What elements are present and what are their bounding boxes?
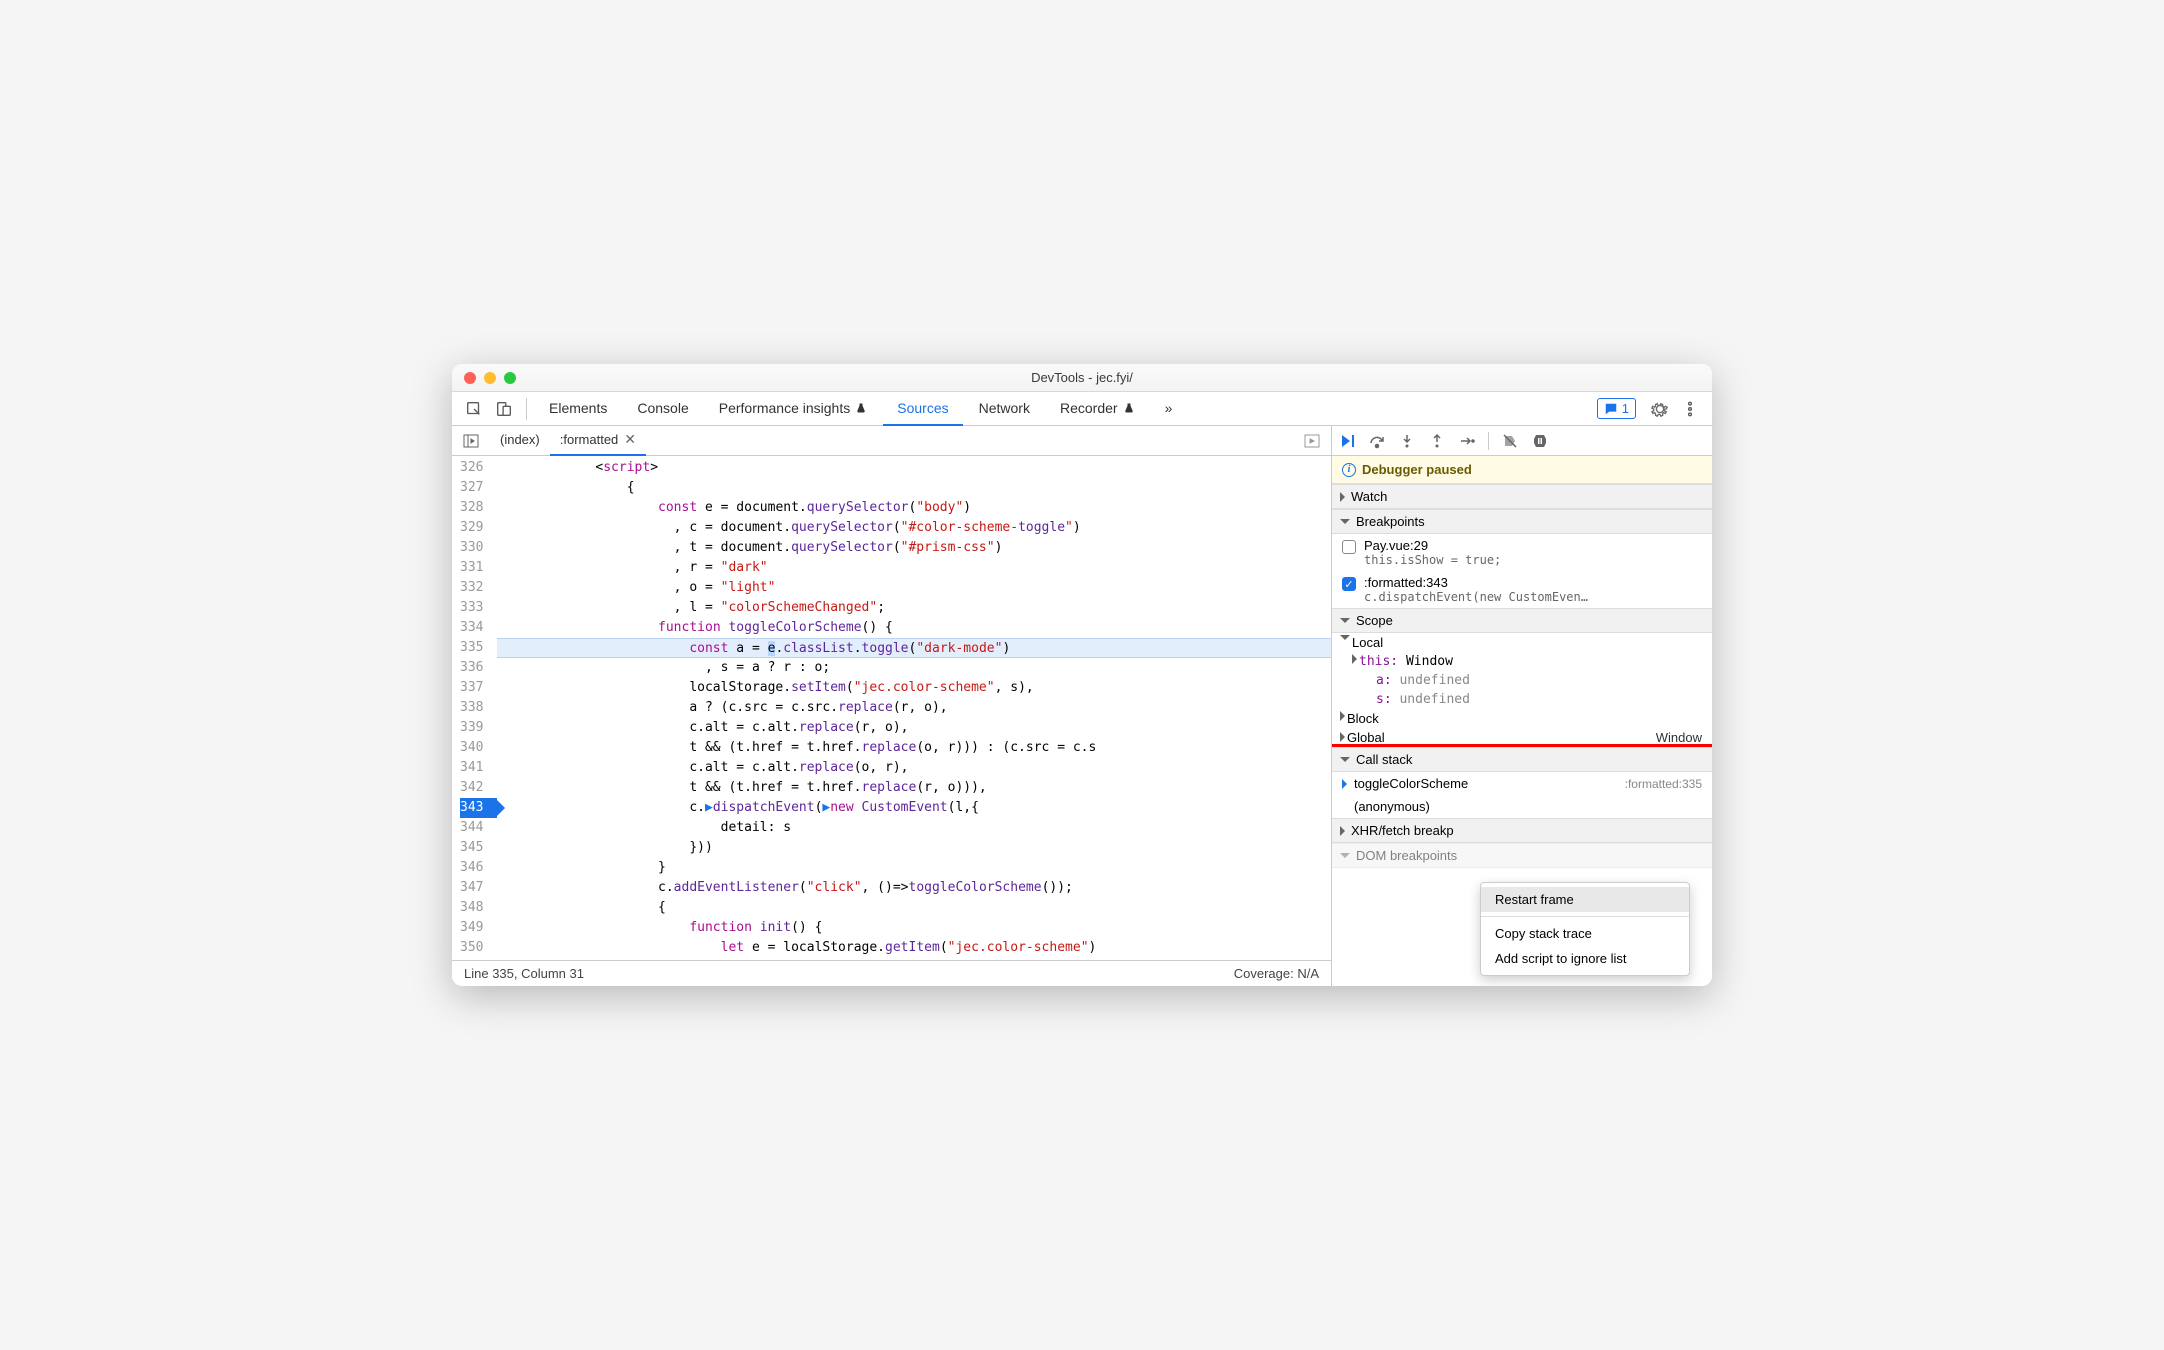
status-bar: Line 335, Column 31 Coverage: N/A — [452, 960, 1331, 986]
scope-variable[interactable]: s: undefined — [1332, 690, 1712, 709]
more-menu-icon[interactable] — [1676, 395, 1704, 423]
step-over-icon[interactable] — [1368, 432, 1386, 450]
breakpoint-checkbox[interactable] — [1342, 577, 1356, 591]
scope-block[interactable]: Block — [1332, 709, 1712, 728]
file-tab-0[interactable]: (index) — [490, 426, 550, 456]
scope-variable[interactable]: a: undefined — [1332, 671, 1712, 690]
debugger-sidebar: iDebugger paused Watch Breakpoints Pay.v… — [1332, 426, 1712, 986]
close-tab-icon[interactable]: ✕ — [624, 431, 636, 448]
inspect-icon[interactable] — [460, 395, 488, 423]
callstack-frame[interactable]: toggleColorScheme:formatted:335 — [1332, 772, 1712, 795]
devtools-window: DevTools - jec.fyi/ Elements Console Per… — [452, 364, 1712, 986]
sources-panel: (index):formatted✕ 326327328329330331332… — [452, 426, 1332, 986]
scope-this[interactable]: this: Window — [1332, 652, 1712, 671]
code-editor[interactable]: 3263273283293303313323333343353363373383… — [452, 456, 1331, 960]
tab-recorder[interactable]: Recorder — [1046, 392, 1149, 426]
main-toolbar: Elements Console Performance insights So… — [452, 392, 1712, 426]
breakpoints-header[interactable]: Breakpoints — [1332, 509, 1712, 534]
breakpoint-item[interactable]: Pay.vue:29this.isShow = true; — [1332, 534, 1712, 571]
resume-icon[interactable] — [1338, 432, 1356, 450]
scope-body: Local this: Window a: undefineds: undefi… — [1332, 633, 1712, 747]
run-snippet-icon[interactable] — [1299, 428, 1325, 454]
tab-sources[interactable]: Sources — [883, 392, 962, 426]
content-area: (index):formatted✕ 326327328329330331332… — [452, 426, 1712, 986]
step-out-icon[interactable] — [1428, 432, 1446, 450]
tab-network[interactable]: Network — [965, 392, 1044, 426]
window-title: DevTools - jec.fyi/ — [452, 370, 1712, 385]
navigator-toggle-icon[interactable] — [458, 428, 484, 454]
file-tabs: (index):formatted✕ — [452, 426, 1331, 456]
step-into-icon[interactable] — [1398, 432, 1416, 450]
breakpoint-checkbox[interactable] — [1342, 540, 1356, 554]
scope-local[interactable]: Local — [1332, 633, 1712, 652]
info-icon: i — [1342, 463, 1356, 477]
deactivate-breakpoints-icon[interactable] — [1501, 432, 1519, 450]
cursor-position: Line 335, Column 31 — [464, 966, 584, 981]
context-menu-item[interactable]: Copy stack trace — [1481, 921, 1689, 946]
callstack-list: toggleColorScheme:formatted:335(anonymou… — [1332, 772, 1712, 818]
xhr-breakpoints-header[interactable]: XHR/fetch breakp — [1332, 818, 1712, 843]
watch-header[interactable]: Watch — [1332, 484, 1712, 509]
dom-breakpoints-header[interactable]: DOM breakpoints — [1332, 843, 1712, 868]
settings-icon[interactable] — [1646, 395, 1674, 423]
coverage-status: Coverage: N/A — [1234, 966, 1319, 981]
messages-badge[interactable]: 1 — [1597, 398, 1636, 419]
device-toggle-icon[interactable] — [490, 395, 518, 423]
pause-on-exceptions-icon[interactable] — [1531, 432, 1549, 450]
breakpoints-list: Pay.vue:29this.isShow = true;:formatted:… — [1332, 534, 1712, 608]
step-icon[interactable] — [1458, 432, 1476, 450]
more-tabs-icon[interactable]: » — [1151, 392, 1187, 426]
callstack-frame[interactable]: (anonymous) — [1332, 795, 1712, 818]
callstack-highlight-box: Call stack toggleColorScheme:formatted:3… — [1332, 744, 1712, 821]
context-menu-item[interactable]: Add script to ignore list — [1481, 946, 1689, 971]
titlebar: DevTools - jec.fyi/ — [452, 364, 1712, 392]
context-menu-item[interactable]: Restart frame — [1481, 887, 1689, 912]
debugger-paused-banner: iDebugger paused — [1332, 456, 1712, 484]
line-gutter[interactable]: 3263273283293303313323333343353363373383… — [452, 456, 497, 960]
tab-elements[interactable]: Elements — [535, 392, 621, 426]
callstack-header[interactable]: Call stack — [1332, 747, 1712, 772]
debugger-toolbar — [1332, 426, 1712, 456]
tab-performance-insights[interactable]: Performance insights — [705, 392, 882, 426]
code-content[interactable]: <script> { const e = document.querySelec… — [497, 456, 1331, 960]
file-tab-1[interactable]: :formatted✕ — [550, 426, 646, 456]
context-menu: Restart frame Copy stack traceAdd script … — [1480, 882, 1690, 976]
scope-header[interactable]: Scope — [1332, 608, 1712, 633]
divider — [526, 398, 527, 420]
breakpoint-item[interactable]: :formatted:343c.dispatchEvent(new Custom… — [1332, 571, 1712, 608]
tab-console[interactable]: Console — [623, 392, 702, 426]
